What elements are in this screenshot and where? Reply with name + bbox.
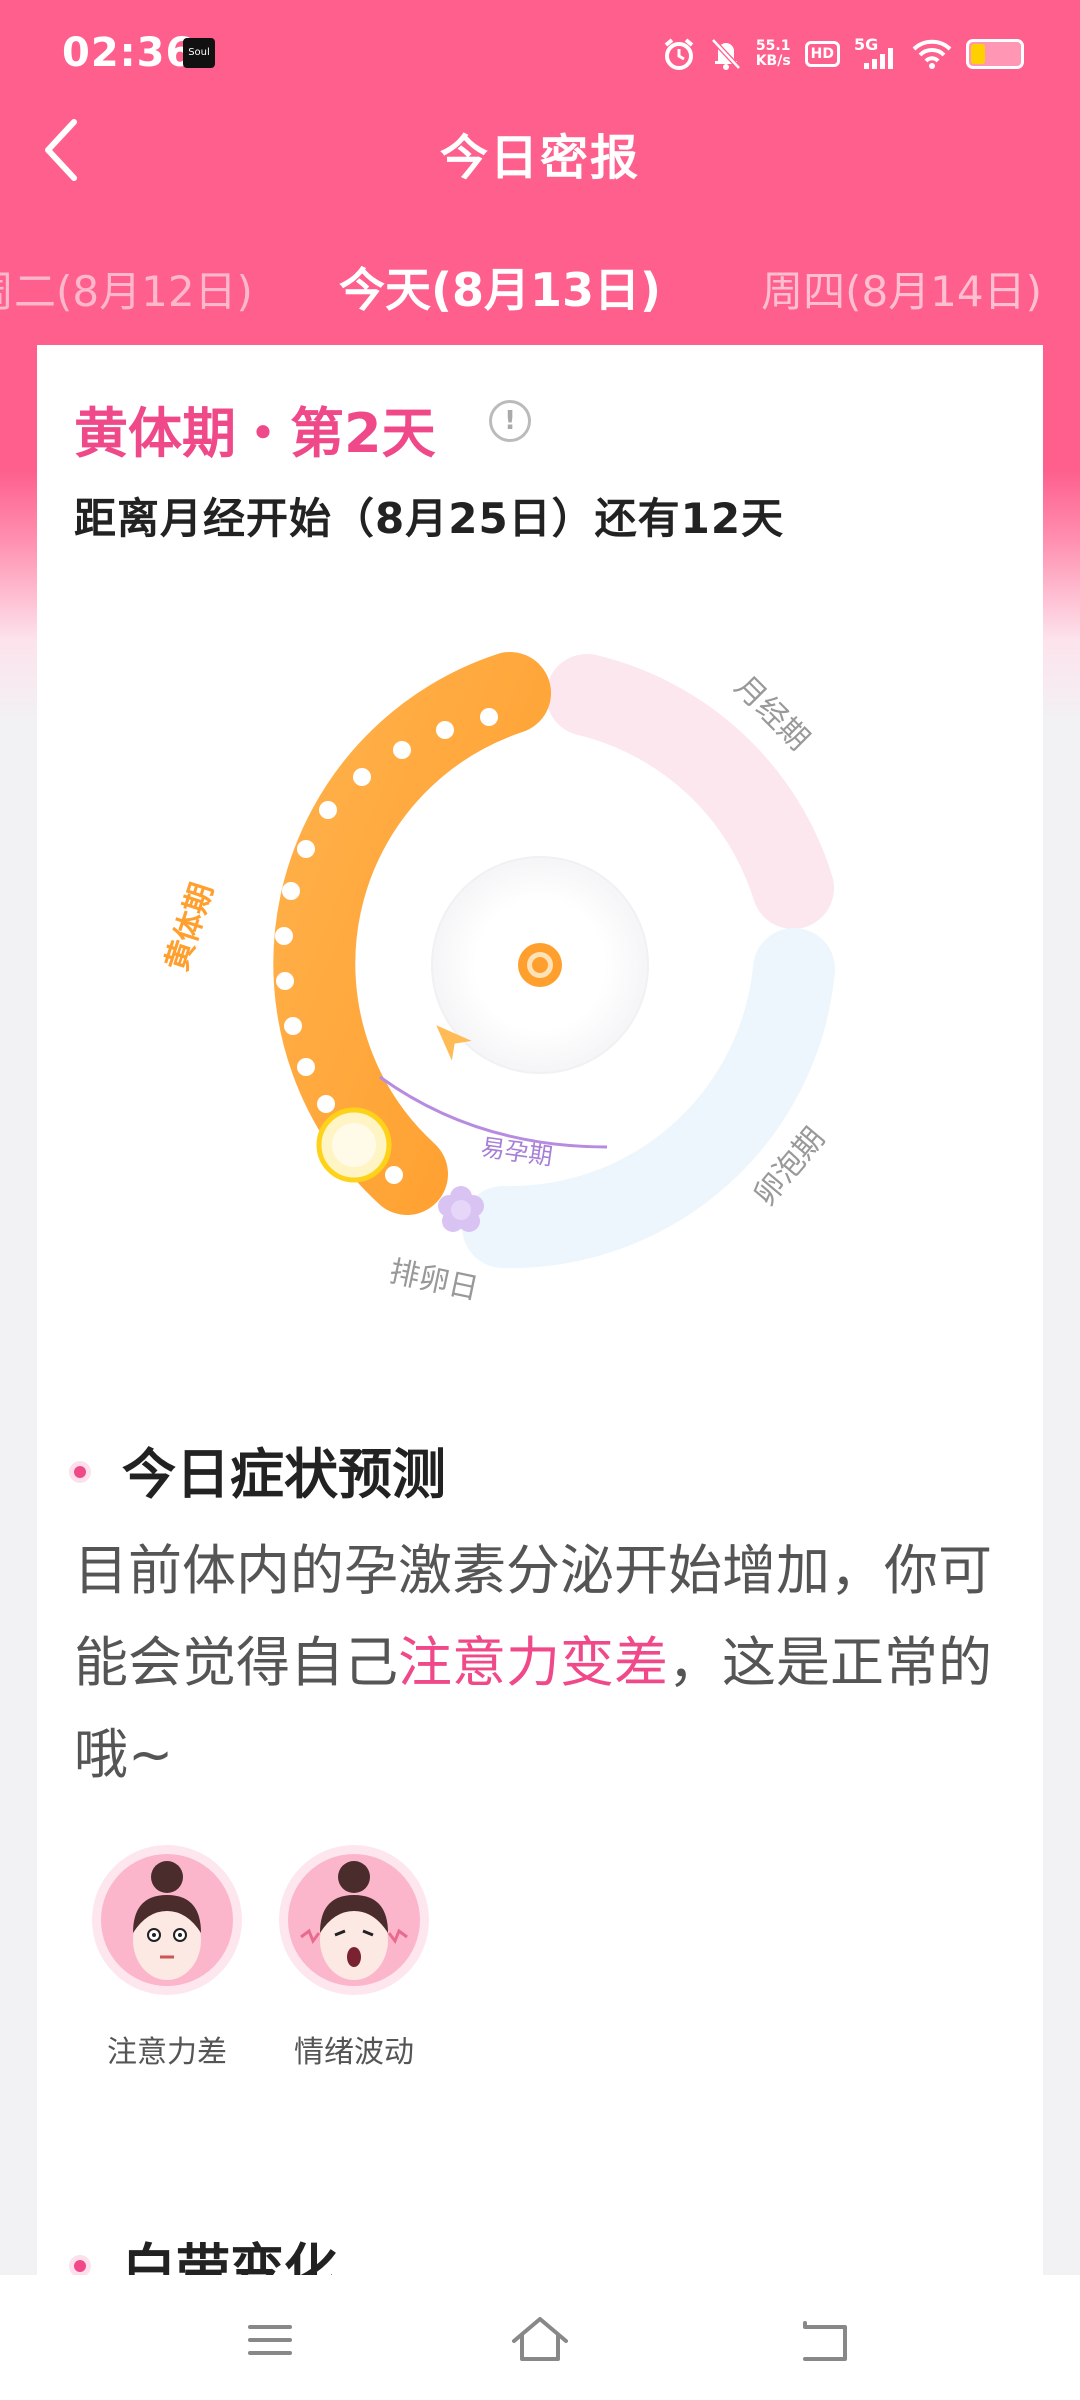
- ovulation-day-label: 排卵日: [386, 1254, 481, 1307]
- symptom-item[interactable]: 情绪波动: [274, 1845, 434, 2071]
- symptom-label: 注意力差: [107, 2035, 227, 2070]
- status-bar: 02:36 Soul 55.1 KB/s HD 5G: [0, 0, 1080, 110]
- battery-icon: [966, 39, 1024, 69]
- fertile-window-label: 易孕期: [479, 1133, 554, 1171]
- status-icons: 55.1 KB/s HD 5G: [662, 34, 1024, 74]
- system-nav-bar: [0, 2275, 1080, 2400]
- cycle-ring-chart: 易孕期 黄体期 月经期 卵泡期 排卵日: [159, 652, 835, 1307]
- luteal-label: 黄体期: [159, 879, 220, 975]
- return-icon: [803, 2321, 847, 2361]
- current-day-marker: [316, 1107, 392, 1183]
- symptom-item[interactable]: 注意力差: [87, 1845, 247, 2071]
- symptom-section-title: 今日症状预测: [122, 1443, 446, 1506]
- alarm-icon: [664, 38, 693, 70]
- cellular-signal-icon: 5G: [854, 35, 898, 71]
- status-time: 02:36: [62, 30, 195, 76]
- section-bullet-icon: [74, 2260, 86, 2272]
- symptom-description: 目前体内的孕激素分泌开始增加，你可能会觉得自己注意力变差，这是正常的哦~: [74, 1539, 992, 1786]
- symptom-highlight: 注意力变差: [398, 1631, 668, 1694]
- inattention-face-icon: [92, 1845, 242, 1995]
- wifi-icon: [912, 39, 952, 69]
- hd-badge: HD: [804, 41, 840, 67]
- soul-app-icon: Soul: [183, 38, 215, 68]
- nav-home-button[interactable]: [500, 2305, 580, 2375]
- symptom-label: 情绪波动: [294, 2035, 414, 2070]
- ovulation-flower-icon: [438, 1186, 484, 1232]
- nav-back-button[interactable]: [785, 2305, 865, 2375]
- page-title: 今日密报: [439, 130, 640, 186]
- mute-bell-icon: [710, 38, 741, 70]
- home-icon: [512, 2317, 568, 2361]
- report-card: 黄体期・第2天 ! 距离月经开始（8月25日）还有12天 易孕期 黄体期 月经期…: [37, 345, 1043, 2301]
- menu-icon: [248, 2325, 292, 2355]
- nav-menu-button[interactable]: [230, 2305, 310, 2375]
- tab-next-day[interactable]: 周四(8月14日): [761, 258, 1042, 319]
- network-speed: 55.1 KB/s: [755, 38, 791, 69]
- section-bullet-icon: [74, 1466, 86, 1478]
- mood-swing-face-icon: [279, 1845, 429, 1995]
